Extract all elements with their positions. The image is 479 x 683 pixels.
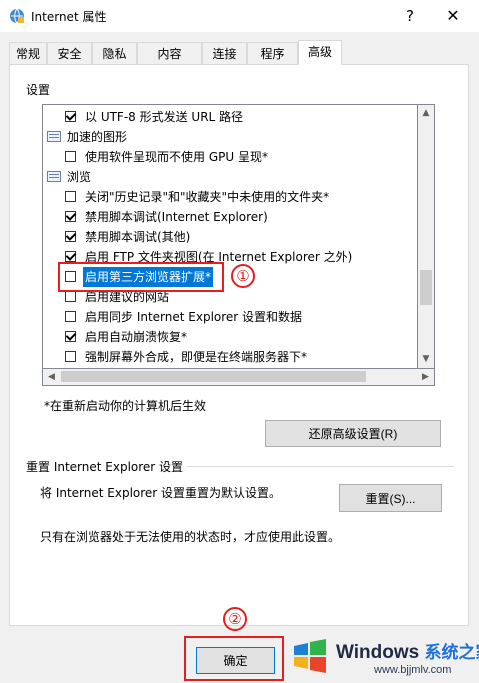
watermark: Windows 系统之家 www.bjjmlv.com — [290, 632, 479, 683]
scroll-right-arrow-icon[interactable]: ▶ — [417, 369, 434, 385]
tab-connections[interactable]: 连接 — [202, 42, 247, 64]
title-bar: Internet 属性 ? ✕ — [0, 0, 479, 32]
vertical-scroll-thumb[interactable] — [420, 270, 432, 305]
tab-security[interactable]: 安全 — [47, 42, 92, 64]
vertical-scrollbar[interactable]: ▲ ▼ — [418, 104, 435, 369]
setting-label: 强制屏幕外合成，即便是在终端服务器下* — [85, 350, 308, 364]
tab-advanced[interactable]: 高级 — [298, 40, 342, 65]
annotation-marker-1: ① — [231, 264, 255, 288]
reset-warning: 只有在浏览器处于无法使用的状态时，才应使用此设置。 — [40, 530, 341, 544]
settings-tree[interactable]: 以 UTF-8 形式发送 URL 路径 加速的图形 使用软件呈现而不使用 GPU… — [42, 104, 418, 369]
scroll-left-arrow-icon[interactable]: ◀ — [43, 369, 60, 385]
setting-checkbox[interactable] — [65, 191, 76, 202]
setting-checkbox[interactable] — [65, 291, 76, 302]
reset-button[interactable]: 重置(S)... — [339, 484, 442, 512]
setting-label: 关闭"历史记录"和"收藏夹"中未使用的文件夹* — [85, 190, 330, 204]
setting-label: 使用软件呈现而不使用 GPU 呈现* — [85, 150, 268, 164]
setting-label: 以 UTF-8 形式发送 URL 路径 — [85, 110, 244, 124]
setting-checkbox[interactable] — [65, 211, 76, 222]
annotation-highlight-box-1 — [58, 262, 224, 292]
setting-checkbox[interactable] — [65, 331, 76, 342]
scroll-down-arrow-icon[interactable]: ▼ — [418, 351, 434, 368]
setting-label: 禁用脚本调试(Internet Explorer) — [85, 210, 268, 224]
settings-folder-icon — [47, 131, 61, 142]
setting-label: 启用同步 Internet Explorer 设置和数据 — [85, 310, 303, 324]
windows-logo-icon — [294, 639, 326, 673]
ok-button[interactable]: 确定 — [196, 647, 275, 674]
settings-folder-icon — [47, 171, 61, 182]
restore-advanced-button[interactable]: 还原高级设置(R) — [265, 420, 441, 447]
tab-content[interactable]: 内容 — [137, 42, 202, 64]
setting-checkbox[interactable] — [65, 151, 76, 162]
window-title: Internet 属性 — [31, 10, 107, 24]
watermark-url: www.bjjmlv.com — [374, 664, 452, 676]
setting-group-label: 加速的图形 — [67, 130, 128, 144]
restart-footnote: *在重新启动你的计算机后生效 — [44, 399, 207, 413]
annotation-marker-2: ② — [223, 607, 247, 631]
close-button[interactable]: ✕ — [438, 4, 468, 28]
setting-checkbox[interactable] — [65, 231, 76, 242]
setting-checkbox[interactable] — [65, 311, 76, 322]
tab-programs[interactable]: 程序 — [247, 42, 298, 64]
scroll-up-arrow-icon[interactable]: ▲ — [418, 105, 434, 122]
reset-group-label: 重置 Internet Explorer 设置 — [26, 458, 188, 475]
settings-section-label: 设置 — [26, 83, 51, 97]
setting-checkbox[interactable] — [65, 111, 76, 122]
setting-label: 启用自动崩溃恢复* — [85, 330, 188, 344]
setting-label: 禁用脚本调试(其他) — [85, 230, 191, 244]
internet-globe-icon — [10, 8, 24, 24]
watermark-brand: Windows 系统之家 — [336, 642, 479, 663]
tab-privacy[interactable]: 隐私 — [92, 42, 137, 64]
tab-general[interactable]: 常规 — [9, 42, 47, 64]
setting-checkbox[interactable] — [65, 251, 76, 262]
help-button[interactable]: ? — [395, 4, 425, 28]
setting-checkbox[interactable] — [65, 351, 76, 362]
horizontal-scroll-thumb[interactable] — [61, 371, 366, 382]
setting-group-label: 浏览 — [67, 170, 92, 184]
reset-description: 将 Internet Explorer 设置重置为默认设置。 — [40, 486, 282, 500]
horizontal-scrollbar[interactable]: ◀ ▶ — [42, 369, 435, 386]
